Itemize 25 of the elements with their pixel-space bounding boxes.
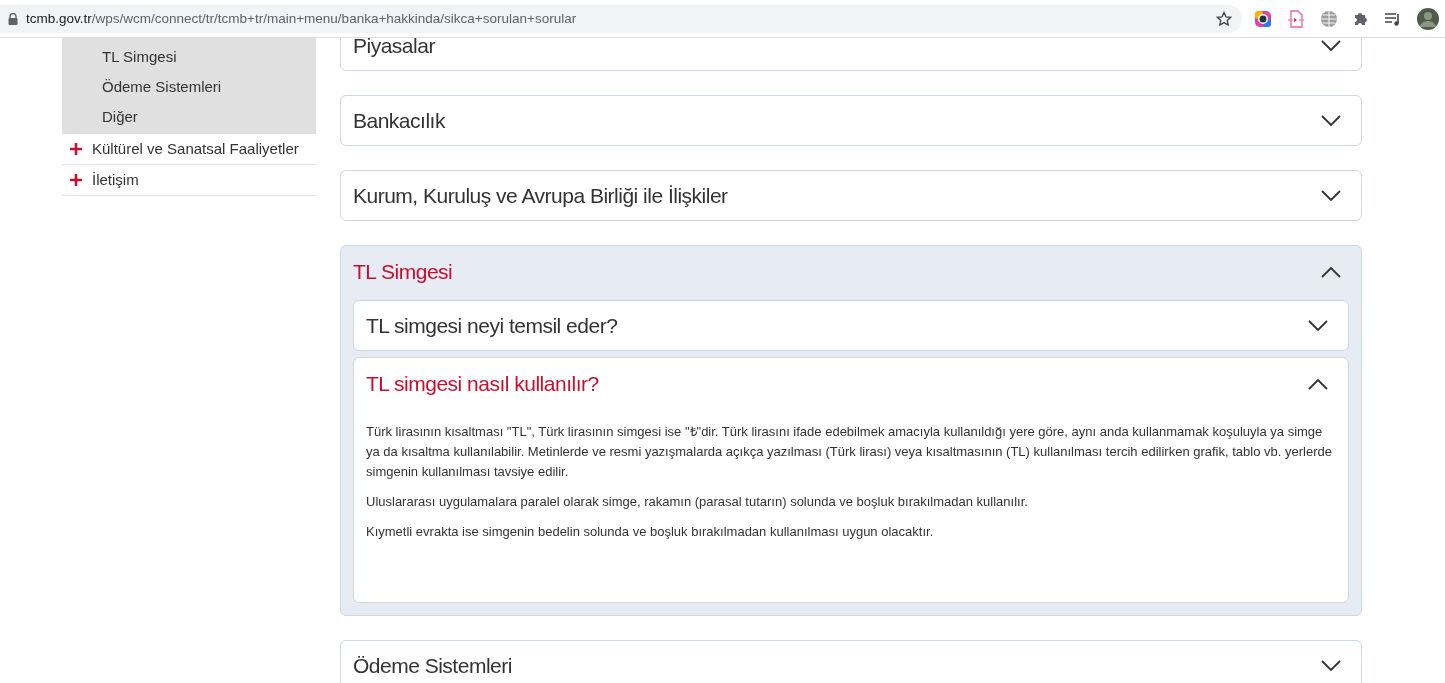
accordion-title[interactable]: Piyasalar: [353, 38, 435, 58]
sidebar-subitem[interactable]: Ödeme Sistemleri: [62, 74, 316, 104]
answer-paragraph: Türk lirasının kısaltması "TL", Türk lirasının simgesi ise "₺"dir. Türk lirasını ifade edebilmek amacıyla kullanıldığı yere göre, aynı anda kullanmamak koşuluyla ya simge ya da kısaltma kullanılabilir. Metinlerde ve resmi yazışmalarda açıkça yazılması (Türk lirası) veya kısaltmasının (TL) kullanılması tercih edilirken grafik, tablo vb. yerlerde simgenin kullanılması tavsiye edilir.: [366, 423, 1333, 481]
globe-icon[interactable]: [1320, 9, 1338, 28]
question-title[interactable]: TL simgesi nasıl kullanılır?: [366, 372, 599, 396]
question-title[interactable]: TL simgesi neyi temsil eder?: [366, 313, 618, 338]
sidebar-subitem[interactable]: TL Simgesi: [62, 44, 316, 74]
answer-paragraph: Uluslararası uygulamalara paralel olarak simge, rakamın (parasal tutarın) solunda ve boşluk bırakılmadan kullanılır.: [366, 493, 1029, 511]
accordion-title[interactable]: Ödeme Sistemleri: [353, 653, 512, 678]
accordion-title[interactable]: Bankacılık: [353, 108, 445, 133]
sidebar-subitem[interactable]: Diğer: [62, 104, 316, 134]
camera-extension-icon[interactable]: [1254, 9, 1272, 28]
puzzle-icon[interactable]: [1353, 10, 1369, 27]
answer-paragraph: Kıymetli evrakta ise simgenin bedelin solunda ve boşluk bırakılmadan kullanılması uygun olacaktır.: [366, 523, 935, 541]
sidebar-item[interactable]: İletişim: [62, 165, 316, 196]
playlist-icon[interactable]: [1384, 10, 1402, 27]
avatar-icon[interactable]: [1417, 7, 1439, 30]
accordion-title[interactable]: Kurum, Kuruluş ve Avrupa Birliği ile İlişkiler: [353, 183, 728, 208]
star-icon[interactable]: [1216, 10, 1232, 27]
lock-icon: [8, 12, 18, 25]
document-extension-icon[interactable]: [1287, 9, 1305, 28]
sidebar-item[interactable]: Kültürel ve Sanatsal Faaliyetler: [62, 134, 316, 165]
url-text: tcmb.gov.tr/wps/wcm/connect/tr/tcmb+tr/main+menu/banka+hakkinda/sikca+sorulan+sorular: [26, 11, 578, 26]
address-bar[interactable]: tcmb.gov.tr/wps/wcm/connect/tr/tcmb+tr/main+menu/banka+hakkinda/sikca+sorulan+sorular: [0, 4, 1242, 33]
accordion-title[interactable]: TL Simgesi: [353, 260, 453, 284]
